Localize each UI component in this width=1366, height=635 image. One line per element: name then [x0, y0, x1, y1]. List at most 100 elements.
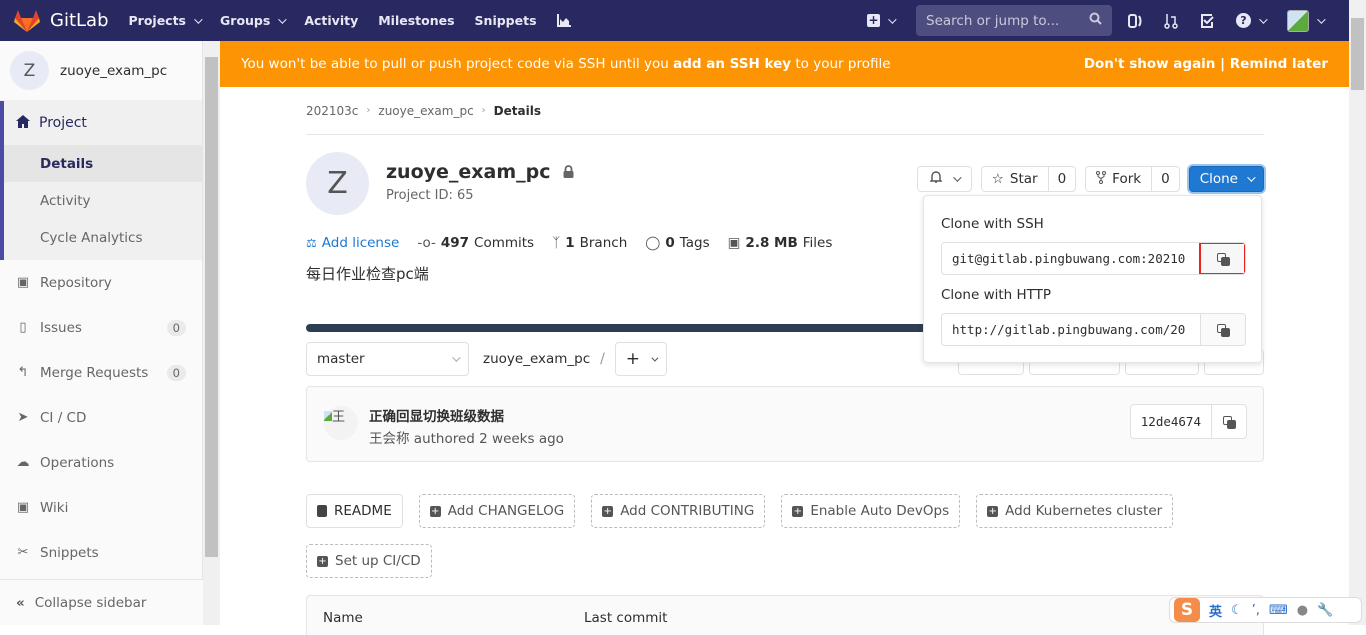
chevron-down-icon [1317, 14, 1326, 24]
sidebar-item-project[interactable]: Project [4, 101, 202, 145]
punctuation-icon[interactable]: ’, [1252, 603, 1260, 618]
copy-icon [1223, 415, 1236, 429]
chevron-down-icon [651, 354, 659, 362]
sidebar-item-snippets[interactable]: ✂ Snippets [0, 530, 202, 575]
enable-auto-devops-button[interactable]: + Enable Auto DevOps [781, 494, 961, 528]
banner-text: You won't be able to pull or push projec… [241, 56, 674, 72]
sidebar-item-merge-requests[interactable]: ↰ Merge Requests 0 [0, 350, 202, 395]
commit-sha[interactable]: 12de4674 [1131, 414, 1211, 429]
nav-milestones[interactable]: Milestones [378, 13, 454, 28]
sidebar-subitem-details[interactable]: Details [4, 145, 202, 182]
sidebar-item-issues[interactable]: ▯ Issues 0 [0, 305, 202, 350]
chart-icon[interactable] [556, 14, 571, 27]
sidebar-subitem-cycle-analytics[interactable]: Cycle Analytics [4, 219, 202, 256]
search-input[interactable]: Search or jump to... [916, 5, 1112, 36]
column-last-commit: Last commit [584, 610, 668, 626]
branches-link[interactable]: ᛉ 1 Branch [552, 235, 627, 251]
double-chevron-left-icon: « [16, 594, 25, 611]
nav-projects[interactable]: Projects [128, 13, 203, 28]
files-link[interactable]: ▣ 2.8 MB Files [728, 235, 833, 251]
commit-icon: -o- [417, 235, 436, 251]
star-label: Star [1009, 171, 1038, 187]
copy-sha-button[interactable] [1211, 405, 1246, 438]
plus-square-icon: + [792, 505, 804, 517]
nav-activity[interactable]: Activity [304, 13, 358, 28]
ime-language-toggle[interactable]: 英 [1209, 601, 1222, 620]
notification-dropdown[interactable] [916, 166, 972, 192]
remind-later-link[interactable]: Remind later [1230, 56, 1328, 72]
sidebar-project-header[interactable]: Z zuoye_exam_pc [0, 41, 202, 101]
user-icon[interactable]: ● [1297, 603, 1308, 618]
plus-square-icon: + [602, 505, 614, 517]
sogou-logo-icon[interactable]: S [1174, 598, 1200, 622]
quick-action-label: README [334, 503, 392, 519]
star-button[interactable]: ☆ Star 0 [980, 166, 1077, 192]
setup-ci-cd-button[interactable]: + Set up CI/CD [306, 544, 432, 578]
branch-count: 1 [565, 235, 575, 251]
nav-projects-label: Projects [128, 13, 187, 28]
quick-action-label: Set up CI/CD [335, 553, 421, 569]
commit-author[interactable]: 王会称 [369, 431, 410, 447]
breadcrumb-group[interactable]: 202103c [306, 104, 358, 118]
tags-link[interactable]: ◯ 0 Tags [645, 235, 709, 251]
new-dropdown[interactable]: + [867, 14, 897, 27]
clone-dropdown-button[interactable]: Clone [1188, 166, 1264, 192]
files-label: Files [802, 235, 833, 251]
copy-http-url-button[interactable] [1200, 314, 1245, 345]
sidebar-item-label: Operations [40, 454, 115, 471]
wrench-icon[interactable]: 🔧 [1317, 603, 1333, 618]
project-title: zuoye_exam_pc [386, 161, 574, 183]
fork-count[interactable]: 0 [1151, 167, 1179, 191]
sidebar-subitem-activity[interactable]: Activity [4, 182, 202, 219]
user-menu[interactable] [1287, 9, 1326, 32]
copy-ssh-url-button[interactable] [1199, 243, 1245, 274]
sidebar-item-repository[interactable]: ▣ Repository [0, 260, 202, 305]
dont-show-again-link[interactable]: Don't show again [1084, 56, 1216, 72]
sidebar-scrollbar-thumb[interactable] [205, 57, 218, 557]
merge-request-icon[interactable] [1164, 13, 1178, 29]
collapse-sidebar-button[interactable]: « Collapse sidebar [0, 579, 203, 625]
issues-icon[interactable] [1128, 13, 1142, 28]
page-scrollbar[interactable] [1349, 0, 1366, 625]
sidebar-item-operations[interactable]: ☁ Operations [0, 440, 202, 485]
add-kubernetes-cluster-button[interactable]: + Add Kubernetes cluster [976, 494, 1174, 528]
merge-requests-count-badge: 0 [166, 364, 186, 381]
page-scrollbar-thumb[interactable] [1351, 18, 1364, 90]
breadcrumb-project[interactable]: zuoye_exam_pc [378, 104, 473, 118]
sidebar-item-wiki[interactable]: ▣ Wiki [0, 485, 202, 530]
commits-link[interactable]: -o- 497 Commits [417, 235, 534, 251]
repo-path[interactable]: zuoye_exam_pc [483, 351, 590, 367]
clone-ssh-url-input[interactable]: git@gitlab.pingbuwang.com:20210 [942, 243, 1200, 274]
plus-square-icon: + [317, 555, 328, 567]
readme-button[interactable]: README [306, 494, 403, 528]
fork-button[interactable]: Fork 0 [1085, 166, 1180, 192]
plus-square-icon: + [987, 505, 999, 517]
clone-http-field: http://gitlab.pingbuwang.com/20 [941, 313, 1246, 346]
nav-snippets[interactable]: Snippets [475, 13, 537, 28]
project-actions: ☆ Star 0 Fork 0 Clone [916, 166, 1264, 192]
add-file-dropdown[interactable]: + [614, 342, 667, 376]
add-contributing-button[interactable]: + Add CONTRIBUTING [591, 494, 766, 528]
help-dropdown[interactable]: ? [1236, 13, 1268, 28]
branch-select[interactable]: master [306, 342, 469, 376]
scissors-icon: ✂ [17, 545, 29, 560]
clone-http-url-input[interactable]: http://gitlab.pingbuwang.com/20 [942, 314, 1200, 345]
keyboard-icon[interactable]: ⌨ [1269, 603, 1288, 618]
commit-meta: 王会称 authored 2 weeks ago [369, 427, 564, 447]
add-license-link[interactable]: ⚖ Add license [306, 235, 399, 251]
commit-author-avatar[interactable]: 王 [324, 406, 358, 440]
gitlab-logo[interactable]: GitLab [14, 9, 109, 33]
todo-icon[interactable] [1200, 13, 1214, 28]
star-count[interactable]: 0 [1047, 167, 1076, 191]
breadcrumb-current[interactable]: Details [494, 104, 541, 118]
home-icon [16, 114, 30, 132]
add-changelog-button[interactable]: + Add CHANGELOG [418, 494, 576, 528]
branch-name: master [317, 351, 365, 367]
sidebar-item-ci-cd[interactable]: ➤ CI / CD [0, 395, 202, 440]
add-ssh-key-link[interactable]: add an SSH key [673, 56, 791, 72]
nav-groups[interactable]: Groups [220, 13, 287, 28]
breadcrumb: 202103c › zuoye_exam_pc › Details [306, 87, 1264, 135]
moon-icon[interactable]: ☾ [1231, 603, 1243, 618]
chevron-down-icon [194, 14, 203, 24]
commit-title[interactable]: 正确回显切换班级数据 [369, 405, 504, 425]
